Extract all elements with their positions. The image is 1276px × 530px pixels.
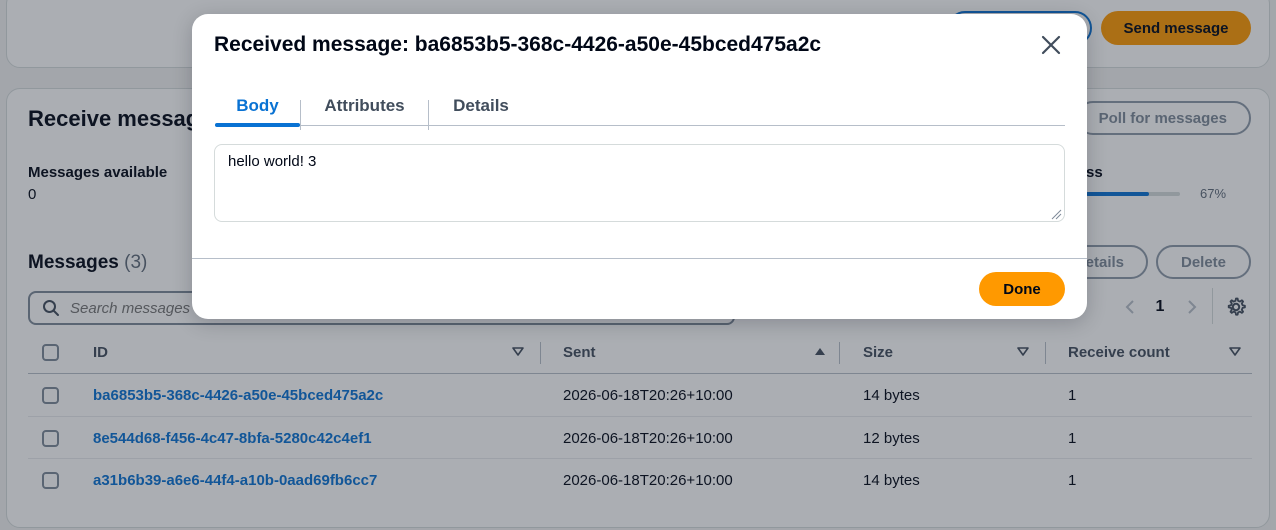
tab-details[interactable]: Details <box>429 86 533 126</box>
resize-handle-icon[interactable] <box>1051 209 1062 220</box>
message-body-textarea[interactable]: hello world! 3 <box>214 144 1065 222</box>
active-tab-indicator <box>215 123 300 127</box>
tab-body-label: Body <box>236 96 279 115</box>
modal-footer-divider <box>192 258 1087 259</box>
tab-body[interactable]: Body <box>215 86 300 127</box>
done-button[interactable]: Done <box>979 272 1065 306</box>
close-icon[interactable] <box>1038 32 1064 58</box>
modal-title: Received message: ba6853b5-368c-4426-a50… <box>214 33 822 56</box>
received-message-modal: Received message: ba6853b5-368c-4426-a50… <box>192 14 1087 319</box>
tab-attributes[interactable]: Attributes <box>301 86 428 126</box>
modal-tabs: Body Attributes Details <box>215 86 1065 130</box>
